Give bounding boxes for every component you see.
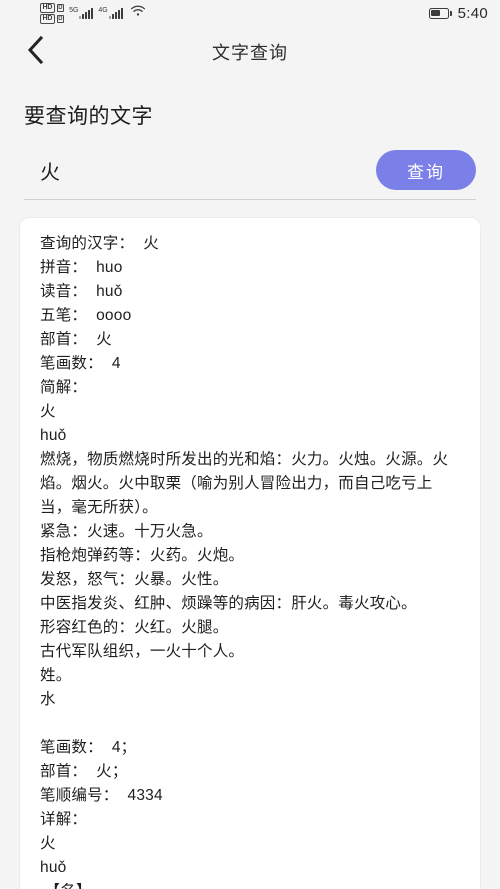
status-bar-right: 5:40: [428, 0, 488, 26]
hd-badge-icon: HD: [40, 2, 55, 13]
result-line: 部首： 火；: [40, 763, 128, 780]
result-line: 笔画数： 4；: [40, 739, 137, 756]
data-badge-icon-2: D: [56, 14, 65, 23]
network-type-label-4g: 4G: [98, 7, 108, 14]
hd-indicator-sim1: HD D: [40, 2, 65, 13]
status-bar-clock: 5:40: [457, 4, 488, 22]
result-line: 古代军队组织，一火十个人。: [40, 643, 245, 660]
hd-indicator-stack: HD D HD D: [40, 2, 65, 24]
result-card[interactable]: 查询的汉字： 火拼音： huo 读音： huǒ 五笔： oooo 部首： 火笔画数： …: [20, 218, 480, 889]
search-panel: 要查询的文字 查询: [0, 100, 500, 200]
status-bar-left: HD D HD D 5G 4G: [40, 2, 146, 24]
result-line: 笔画数： 4: [40, 355, 121, 372]
result-line: 水: [40, 691, 56, 708]
signal-4g-indicator: 4G: [98, 7, 123, 19]
result-line: 紧急：火速。十万火急。: [40, 523, 213, 540]
result-line: huǒ: [40, 427, 67, 444]
result-line: 拼音： huo: [40, 259, 123, 276]
signal-bars-icon-2: [108, 8, 123, 19]
result-line: 详解：: [40, 811, 88, 828]
result-line: 查询的汉字： 火: [40, 235, 159, 252]
data-badge-icon: D: [56, 3, 65, 12]
network-type-label-5g: 5G: [69, 7, 79, 14]
search-button[interactable]: 查询: [376, 150, 476, 190]
hd-indicator-sim2: HD D: [40, 13, 65, 24]
result-line: [40, 712, 460, 736]
battery-icon: [428, 7, 452, 19]
search-row: 查询: [24, 150, 476, 200]
section-title: 要查询的文字: [24, 105, 153, 128]
result-line: 【名】: [40, 880, 460, 889]
app-root: HD D HD D 5G 4G 5:40 文字查询 要查询的文字 火 查询 查询…: [0, 0, 500, 889]
search-input[interactable]: [24, 154, 366, 186]
nav-bar: 文字查询: [0, 26, 500, 78]
chevron-left-icon: [24, 35, 46, 70]
result-line: 读音： huǒ: [40, 283, 123, 300]
status-bar: HD D HD D 5G 4G 5:40: [0, 0, 500, 26]
result-line: 火: [40, 403, 56, 420]
result-line: 笔顺编号： 4334: [40, 787, 163, 804]
hd-badge-icon-2: HD: [40, 13, 55, 24]
result-text-block: 查询的汉字： 火拼音： huo 读音： huǒ 五笔： oooo 部首： 火笔画数： …: [40, 232, 460, 889]
result-line: 指枪炮弹药等：火药。火炮。: [40, 547, 245, 564]
result-line: 部首： 火: [40, 331, 112, 348]
result-line: 五笔： oooo: [40, 307, 132, 324]
result-line: 简解：: [40, 379, 88, 396]
result-line: 姓。: [40, 667, 72, 684]
page-title: 文字查询: [212, 43, 288, 63]
result-line: 发怒，怒气：火暴。火性。: [40, 571, 229, 588]
result-line: 形容红色的：火红。火腿。: [40, 619, 229, 636]
back-button[interactable]: [18, 35, 52, 69]
signal-5g-indicator: 5G: [69, 7, 94, 19]
result-line: 燃烧，物质燃烧时所发出的光和焰：火力。火烛。火源。火焰。烟火。火中取栗（喻为别人…: [40, 451, 449, 516]
result-line: 中医指发炎、红肿、烦躁等的病因：肝火。毒火攻心。: [40, 595, 417, 612]
result-line: huǒ: [40, 859, 67, 876]
signal-bars-icon: [79, 8, 94, 19]
result-line: 火: [40, 835, 56, 852]
wifi-icon: [130, 4, 146, 22]
